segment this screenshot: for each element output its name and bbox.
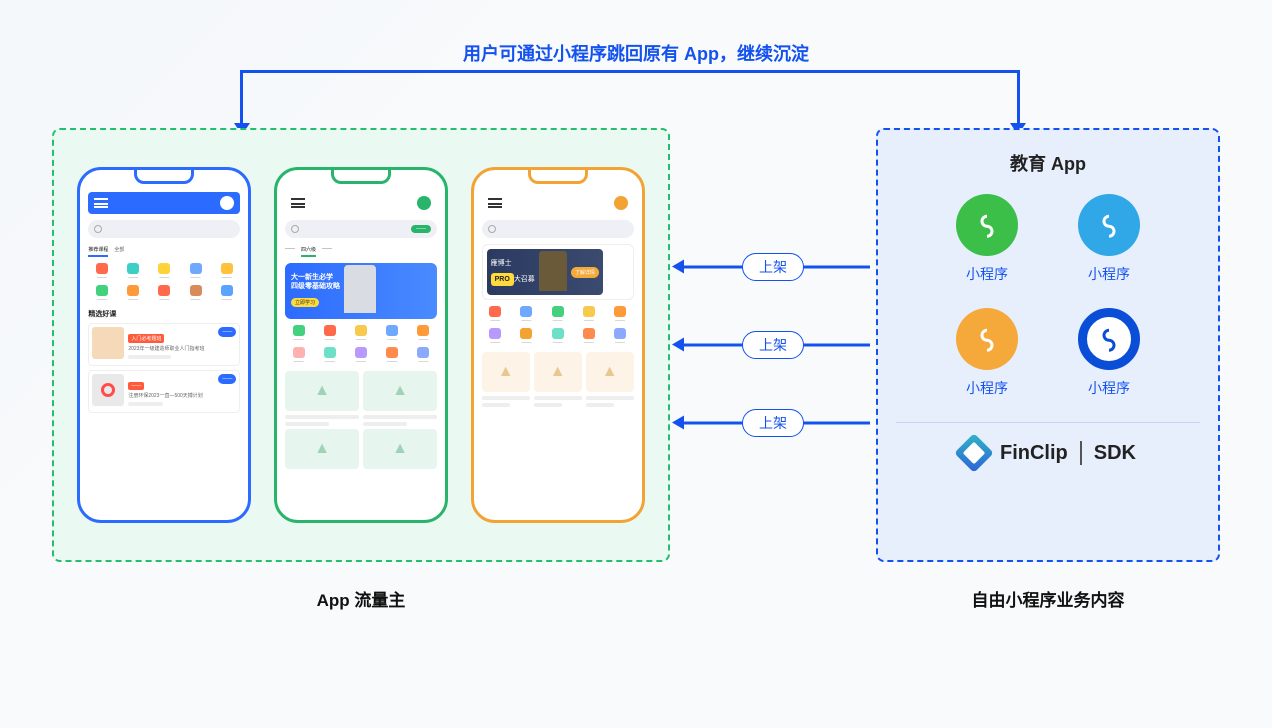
flow-arrow: 上架 [676,411,870,435]
separator [1080,441,1082,465]
miniprogram-item: 小程序 [956,308,1018,398]
miniprogram-item: 小程序 [1078,194,1140,284]
banner-line: 大一新生必学 [291,273,340,282]
pro-badge: PRO [491,273,514,286]
banner-cta: 了解详情 [571,267,599,278]
search-btn: —— [411,225,431,233]
miniprogram-icon [1078,308,1140,370]
flow-label: 上架 [742,253,804,281]
card-tag: —— [128,382,144,390]
category-grid: —— —— —— —— —— —— —— —— —— —— [88,263,240,303]
divider [896,422,1200,423]
finclip-sdk-brand: FinClip SDK [960,439,1136,467]
finclip-logo-icon [954,433,994,473]
left-caption: App 流量主 [52,586,670,611]
flow-label: 上架 [742,409,804,437]
phone-mock-green: —— —— 四六级 —— 大一新生必学 四级零基础攻略 立即学习 —— —— —… [274,167,448,523]
captions: App 流量主 自由小程序业务内容 [52,586,1220,611]
phone-header [285,192,437,214]
search-icon [94,225,102,233]
right-panel-title: 教育 App [1010,150,1086,176]
search-icon [488,225,496,233]
tab: 全部 [114,244,124,257]
miniprogram-item: 小程序 [1078,308,1140,398]
menu-icon [291,198,305,208]
miniprogram-icon [956,194,1018,256]
menu-icon [488,198,502,208]
course-card: —— 注册环保2023一直—500天搏计划 —— [88,370,240,413]
sdk-label: SDK [1094,442,1136,465]
phone-notch [528,170,588,184]
card-title: 2023年一级建造师职业人门指考班 [128,345,214,352]
content-list: ▲▲ ▲▲ [285,371,437,473]
phone-header [88,192,240,214]
banner-prefix: 雁博士 [491,258,535,268]
tab-row: 推荐课程 全部 [88,244,240,257]
phone-notch [331,170,391,184]
hero-banner: 雁博士 PRO大召募 了解详情 [482,244,634,300]
avatar-icon [220,196,234,210]
right-panel-education-app: 教育 App 小程序 小程序 小程序 [876,128,1220,562]
miniprogram-icon [956,308,1018,370]
category-grid: —— —— —— —— —— —— —— —— —— —— [482,306,634,346]
section-title: 精选好课 [88,309,240,319]
miniprogram-label: 小程序 [966,264,1008,284]
search-icon [291,225,299,233]
left-panel-app-owners: 推荐课程 全部 —— —— —— —— —— —— —— —— —— —— 精选… [52,128,670,562]
menu-icon [94,198,108,208]
miniprogram-label: 小程序 [1088,378,1130,398]
flow-arrow: 上架 [676,333,870,357]
tab-active: 四六级 [301,244,316,257]
phone-notch [134,170,194,184]
top-flow-text: 用户可通过小程序跳回原有 App，继续沉淀 [0,40,1272,66]
avatar-icon [417,196,431,210]
category-grid: —— —— —— —— —— —— —— —— —— —— [285,325,437,365]
person-image [344,265,376,313]
diagram-stage: 推荐课程 全部 —— —— —— —— —— —— —— —— —— —— 精选… [52,128,1220,562]
search-bar [482,220,634,238]
card-title: 注册环保2023一直—500天搏计划 [128,392,214,399]
miniprogram-label: 小程序 [1088,264,1130,284]
flow-label: 上架 [742,331,804,359]
miniprogram-grid: 小程序 小程序 小程序 小程序 [956,194,1140,398]
content-list: ▲ ▲ ▲ [482,352,634,410]
avatar-icon [614,196,628,210]
course-card: 入门必考题班 2023年一级建造师职业人门指考班 —— [88,323,240,366]
tab-row: —— 四六级 —— [285,244,437,257]
tab-active: 推荐课程 [88,244,108,257]
top-connector-arrow [240,70,1020,125]
banner-suffix: 大召募 [514,276,535,283]
flow-arrow: 上架 [676,255,870,279]
phone-header [482,192,634,214]
miniprogram-label: 小程序 [966,378,1008,398]
phone-mock-orange: 雁博士 PRO大召募 了解详情 —— —— —— —— —— —— —— —— … [471,167,645,523]
miniprogram-icon [1078,194,1140,256]
right-caption: 自由小程序业务内容 [876,586,1220,611]
card-tag: 入门必考题班 [128,334,164,343]
miniprogram-item: 小程序 [956,194,1018,284]
search-bar [88,220,240,238]
hero-banner: 大一新生必学 四级零基础攻略 立即学习 [285,263,437,319]
card-cta: —— [218,327,236,337]
banner-line: 四级零基础攻略 [291,282,340,291]
banner-cta: 立即学习 [291,298,319,307]
flow-arrows-column: 上架 上架 上架 [670,128,876,562]
person-image [539,251,567,291]
finclip-name: FinClip [1000,442,1068,465]
card-cta: —— [218,374,236,384]
search-bar: —— [285,220,437,238]
phone-mock-blue: 推荐课程 全部 —— —— —— —— —— —— —— —— —— —— 精选… [77,167,251,523]
